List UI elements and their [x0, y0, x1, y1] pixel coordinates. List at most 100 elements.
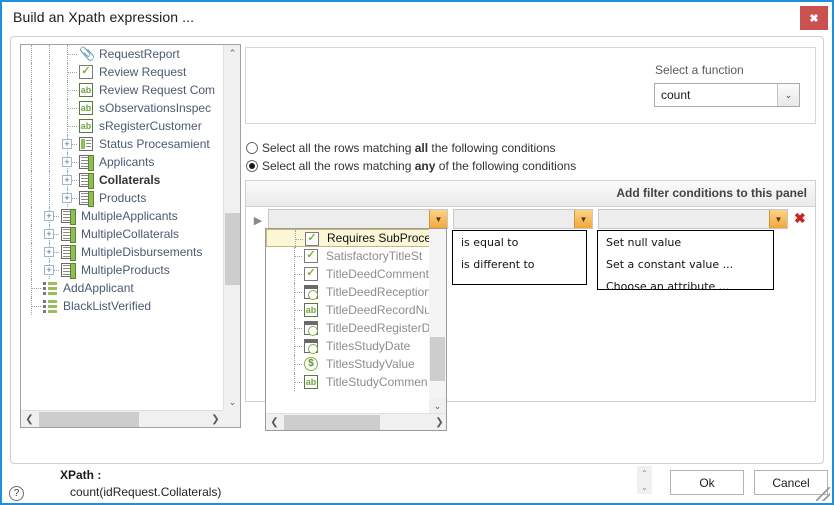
- operator-dropdown-menu[interactable]: is equal to is different to: [452, 230, 587, 285]
- resize-grip[interactable]: [816, 487, 830, 501]
- spinner-down-icon[interactable]: ⌄: [641, 483, 648, 492]
- tree-item[interactable]: BlackListVerified: [21, 297, 224, 315]
- tree-horizontal-scrollbar[interactable]: ❮ ❯: [21, 410, 224, 427]
- scroll-thumb-horizontal[interactable]: [39, 412, 139, 427]
- tree-item-label: BlackListVerified: [63, 299, 152, 313]
- scroll-down-icon[interactable]: ⌄: [224, 394, 240, 411]
- scroll-right-icon[interactable]: ❯: [207, 411, 224, 427]
- tree-expander-icon[interactable]: +: [44, 211, 54, 221]
- function-select[interactable]: count ⌄: [654, 83, 800, 107]
- tree-item-label: Products: [99, 191, 147, 205]
- tree-item[interactable]: + Products: [21, 189, 224, 207]
- field-option[interactable]: TitlesStudyDate: [266, 337, 431, 355]
- delete-row-icon[interactable]: ✖: [794, 210, 806, 227]
- menu-item[interactable]: is equal to: [453, 231, 586, 253]
- field-option-label: TitleStudyCommen: [326, 375, 428, 389]
- chevron-down-icon[interactable]: ⌄: [777, 84, 799, 106]
- entity-tree-list[interactable]: 📎 RequestReport ✓ Review Request ab Review Re…: [21, 45, 224, 411]
- radio-mark-any[interactable]: [246, 160, 258, 172]
- field-option[interactable]: ab TitleDeedRecordNu: [266, 301, 431, 319]
- filter-operator-cell[interactable]: ▼: [453, 209, 593, 229]
- tree-item[interactable]: ab sRegisterCustomer: [21, 117, 224, 135]
- spinner-up-icon[interactable]: ⌃: [641, 469, 648, 478]
- popup-horizontal-scrollbar[interactable]: ❮ ❯: [266, 413, 446, 430]
- field-option-label: TitlesStudyDate: [326, 339, 411, 353]
- tree-expander-icon[interactable]: +: [62, 193, 72, 203]
- tree-expander-icon[interactable]: +: [44, 247, 54, 257]
- scroll-thumb[interactable]: [430, 337, 445, 381]
- field-option[interactable]: ✓ Requires SubProcess: [266, 229, 431, 248]
- scroll-right-icon[interactable]: ❯: [431, 414, 446, 430]
- ab-text-icon: ab: [79, 119, 93, 133]
- target-dropdown-menu[interactable]: Set null value Set a constant value ... Ch…: [597, 230, 774, 293]
- scroll-thumb-horizontal[interactable]: [284, 415, 380, 430]
- popup-vertical-scrollbar[interactable]: ⌄: [429, 229, 446, 415]
- tree-expander-icon[interactable]: +: [62, 175, 72, 185]
- radio-mark-all[interactable]: [246, 142, 258, 154]
- tree-expander-icon[interactable]: +: [62, 139, 72, 149]
- ab-text-icon: ab: [304, 303, 318, 317]
- field-dropdown-list[interactable]: ✓ Requires SubProcess ✓ SatisfactoryTitleSt…: [266, 229, 431, 415]
- tree-item[interactable]: ab sObservationsInspec: [21, 99, 224, 117]
- tree-item[interactable]: + MultipleCollaterals: [21, 225, 224, 243]
- field-dropdown-popup[interactable]: ✓ Requires SubProcess ✓ SatisfactoryTitleSt…: [265, 228, 447, 431]
- datetime-icon: [304, 285, 318, 300]
- menu-item[interactable]: Set a constant value ...: [598, 253, 773, 275]
- tree-item[interactable]: ab Review Request Com: [21, 81, 224, 99]
- tree-guide: [49, 63, 50, 81]
- field-option[interactable]: ab TitleStudyCommen: [266, 373, 431, 391]
- tree-item[interactable]: + Collaterals: [21, 171, 224, 189]
- menu-item[interactable]: Set null value: [598, 231, 773, 253]
- tree-item[interactable]: + Applicants: [21, 153, 224, 171]
- tree-expander-icon[interactable]: +: [44, 229, 54, 239]
- tree-guide: [31, 189, 32, 207]
- chevron-down-icon[interactable]: ▼: [429, 210, 447, 228]
- table-icon: [61, 227, 76, 243]
- tree-expander-icon[interactable]: +: [44, 265, 54, 275]
- scroll-left-icon[interactable]: ❮: [21, 411, 38, 427]
- table-icon: [61, 209, 76, 225]
- scroll-left-icon[interactable]: ❮: [266, 414, 283, 430]
- tree-elbow: [294, 256, 302, 257]
- ok-button[interactable]: Ok: [670, 470, 744, 495]
- spinner-control[interactable]: ⌃ ⌄: [637, 466, 652, 494]
- scroll-up-icon[interactable]: ⌃: [224, 45, 240, 62]
- tree-item[interactable]: 📎 RequestReport: [21, 45, 224, 63]
- row-handle-icon[interactable]: ▶: [250, 211, 266, 229]
- field-option[interactable]: TitleDeedRegisterD: [266, 319, 431, 337]
- tree-elbow: [67, 72, 77, 73]
- attachment-icon: 📎: [79, 46, 96, 61]
- scroll-thumb[interactable]: [225, 213, 240, 285]
- close-icon[interactable]: ✖: [800, 6, 828, 30]
- tree-item[interactable]: AddApplicant: [21, 279, 224, 297]
- function-label: Select a function: [655, 63, 744, 77]
- page-title: Build an Xpath expression ...: [13, 9, 195, 25]
- tree-item[interactable]: + Status Procesamient: [21, 135, 224, 153]
- tree-item[interactable]: + MultipleApplicants: [21, 207, 224, 225]
- radio-any-label: Select all the rows matching any of the …: [262, 159, 577, 173]
- tree-elbow: [31, 288, 41, 289]
- filter-target-cell[interactable]: ▼: [598, 209, 788, 229]
- chevron-down-icon[interactable]: ▼: [574, 210, 592, 228]
- tree-item[interactable]: + MultipleProducts: [21, 261, 224, 279]
- tree-item[interactable]: + MultipleDisbursements: [21, 243, 224, 261]
- help-icon[interactable]: ?: [9, 486, 24, 501]
- tree-item[interactable]: ✓ Review Request: [21, 63, 224, 81]
- menu-item[interactable]: Choose an attribute ...: [598, 275, 773, 297]
- filter-field-cell[interactable]: ▼: [268, 209, 448, 229]
- field-option-label: SatisfactoryTitleSt: [326, 249, 423, 263]
- chevron-down-icon[interactable]: ▼: [769, 210, 787, 228]
- field-option[interactable]: ✓ SatisfactoryTitleSt: [266, 247, 431, 265]
- radio-match-all[interactable]: Select all the rows matching all the fol…: [246, 141, 556, 155]
- menu-item[interactable]: is different to: [453, 253, 586, 275]
- tree-guide: [31, 63, 32, 81]
- tree-guide: [49, 117, 50, 135]
- field-option[interactable]: $ TitlesStudyValue: [266, 355, 431, 373]
- title-bar: Build an Xpath expression ... ✖: [2, 2, 832, 34]
- tree-expander-icon[interactable]: +: [62, 157, 72, 167]
- field-option[interactable]: TitleDeedReception: [266, 283, 431, 301]
- tree-vertical-scrollbar[interactable]: ⌃ ⌄: [223, 45, 240, 411]
- radio-match-any[interactable]: Select all the rows matching any of the …: [246, 159, 576, 173]
- field-option[interactable]: ✓ TitleDeedComment: [266, 265, 431, 283]
- tree-elbow: [294, 292, 302, 293]
